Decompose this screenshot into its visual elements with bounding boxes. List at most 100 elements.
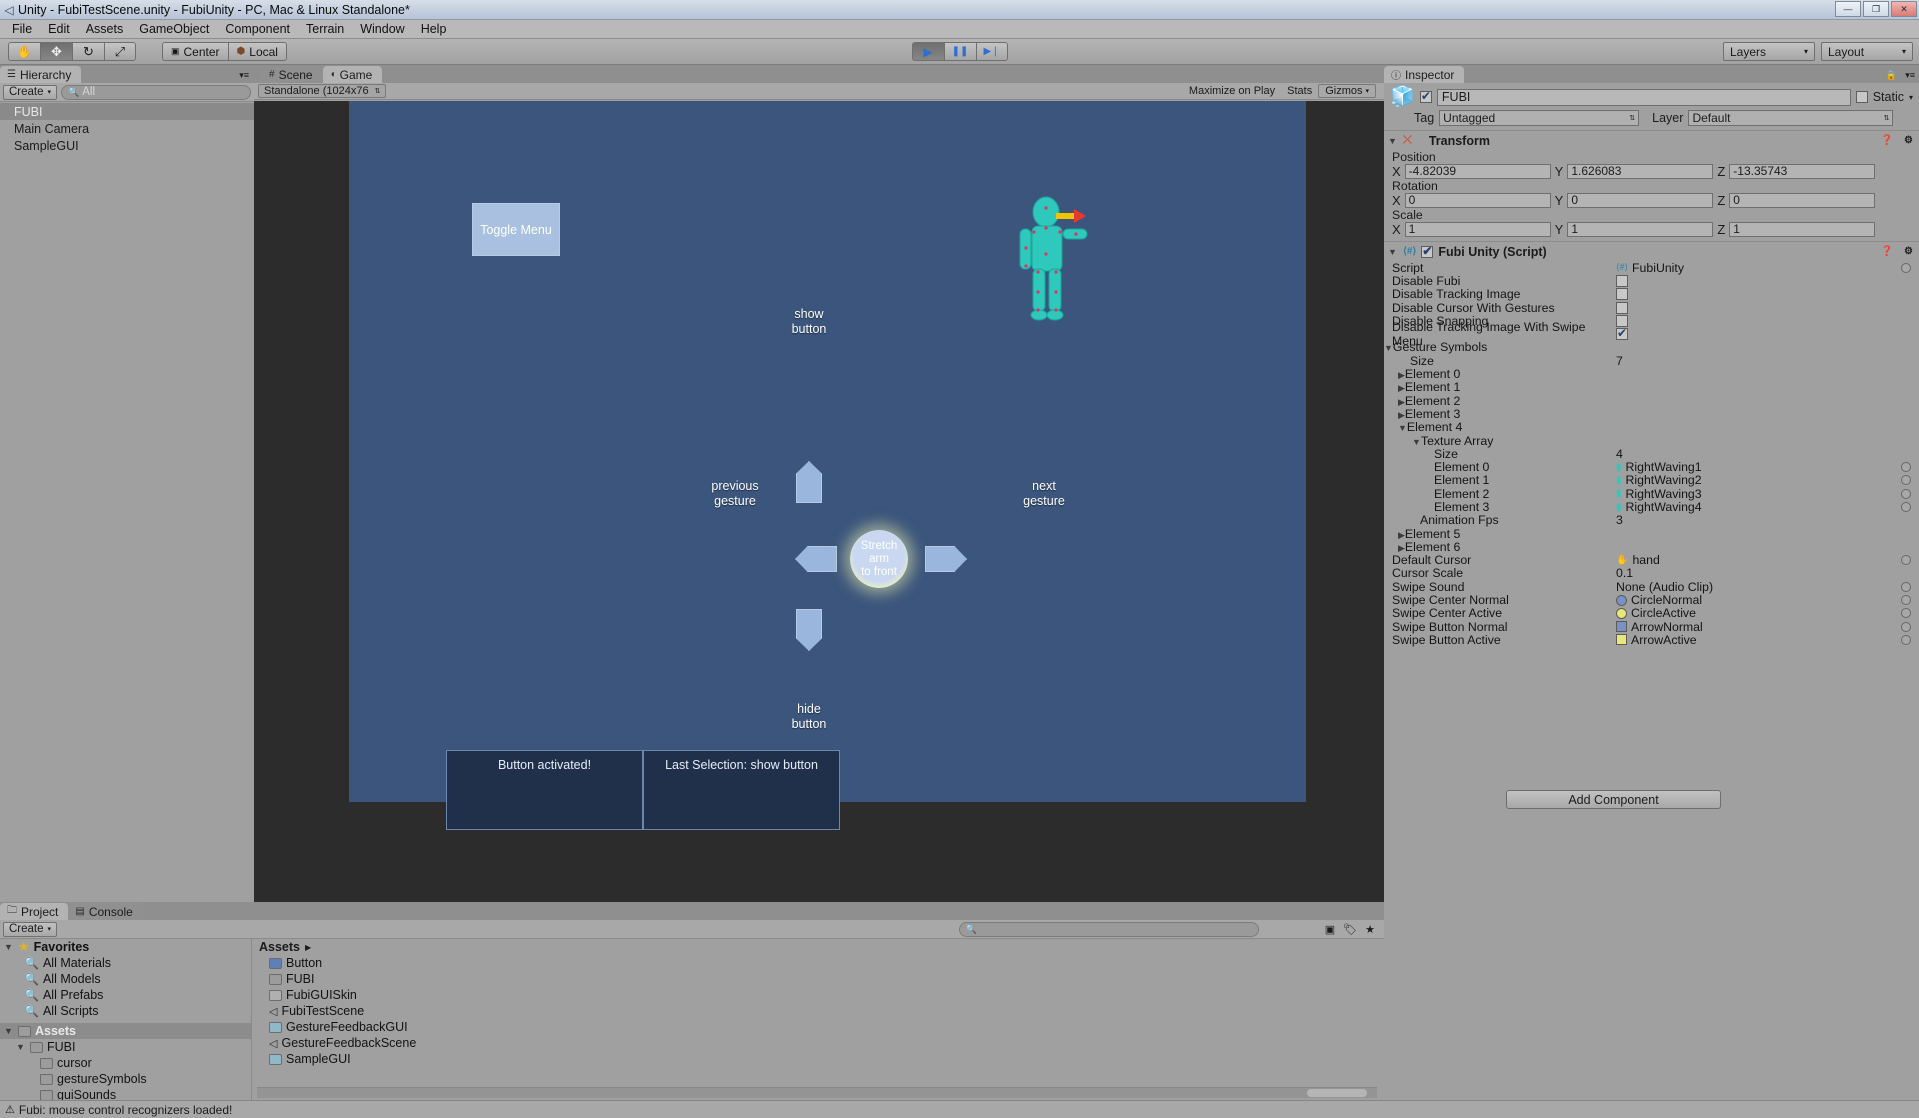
foldout-icon[interactable]: ▼ <box>16 1042 26 1052</box>
rotate-tool-button[interactable]: ↻ <box>72 42 104 61</box>
menu-file[interactable]: File <box>4 21 40 37</box>
foldout-icon[interactable]: ▼ <box>4 1026 14 1036</box>
tree-item-gesturesymbols[interactable]: gestureSymbols <box>0 1071 251 1087</box>
aspect-ratio-dropdown[interactable]: Standalone (1024x76 ⇅ <box>258 84 386 98</box>
foldout-icon[interactable]: ▼ <box>1388 247 1398 257</box>
favorite-all-prefabs[interactable]: 🔍 All Prefabs <box>0 987 251 1003</box>
element-6-row[interactable]: ▶Element 6 <box>1384 540 1919 553</box>
element-5-row[interactable]: ▶Element 5 <box>1384 527 1919 540</box>
favorites-header[interactable]: ▼ ★ Favorites <box>0 939 251 955</box>
chevron-down-icon[interactable]: ▾ <box>1909 93 1913 102</box>
hierarchy-item-main-camera[interactable]: Main Camera <box>0 120 254 137</box>
menu-component[interactable]: Component <box>217 21 298 37</box>
object-enabled-checkbox[interactable] <box>1420 91 1432 103</box>
hierarchy-item-fubi[interactable]: FUBI <box>0 103 254 120</box>
favorite-all-models[interactable]: 🔍 All Models <box>0 971 251 987</box>
gizmos-dropdown[interactable]: Gizmos ▾ <box>1318 84 1376 98</box>
element-0-row[interactable]: ▶Element 0 <box>1384 367 1919 380</box>
scrollbar-thumb[interactable] <box>1307 1089 1367 1097</box>
script-object-picker[interactable] <box>1901 263 1911 273</box>
maximize-button[interactable]: ❐ <box>1863 1 1889 17</box>
tab-project[interactable]: 🗀 Project <box>0 903 68 920</box>
game-canvas[interactable]: Toggle Menu showbutton previousgesture S… <box>349 101 1306 802</box>
hierarchy-create-button[interactable]: Create ▾ <box>3 85 57 100</box>
favorite-all-materials[interactable]: 🔍 All Materials <box>0 955 251 971</box>
foldout-icon[interactable]: ▶ <box>1398 370 1405 380</box>
favorite-icon[interactable]: ★ <box>1365 923 1375 936</box>
object-picker[interactable] <box>1901 555 1911 565</box>
pause-button[interactable]: ❚❚ <box>944 42 976 61</box>
minimize-button[interactable]: — <box>1835 1 1861 17</box>
position-z-field[interactable]: -13.35743 <box>1729 164 1875 179</box>
scale-x-field[interactable]: 1 <box>1405 222 1551 237</box>
scale-z-field[interactable]: 1 <box>1729 222 1875 237</box>
prop-checkbox[interactable] <box>1616 288 1628 300</box>
element-2-row[interactable]: ▶Element 2 <box>1384 394 1919 407</box>
asset-item-samplegui[interactable]: SampleGUI <box>253 1051 1384 1067</box>
project-create-button[interactable]: Create ▾ <box>3 922 57 937</box>
asset-item-fubi[interactable]: FUBI <box>253 971 1384 987</box>
menu-edit[interactable]: Edit <box>40 21 78 37</box>
tab-inspector[interactable]: ⓘ Inspector <box>1384 66 1464 83</box>
hand-tool-button[interactable]: ✋ <box>8 42 40 61</box>
element-1-row[interactable]: ▶Element 1 <box>1384 381 1919 394</box>
scale-tool-button[interactable]: ⤢ <box>104 42 136 61</box>
element-3-row[interactable]: ▶Element 3 <box>1384 407 1919 420</box>
prop-checkbox[interactable] <box>1616 275 1628 287</box>
move-tool-button[interactable]: ✥ <box>40 42 72 61</box>
prop-checkbox[interactable] <box>1616 315 1628 327</box>
gear-icon[interactable]: ⚙ <box>1904 246 1913 257</box>
menu-window[interactable]: Window <box>352 21 412 37</box>
help-icon[interactable]: ❓ <box>1881 246 1893 257</box>
swipe-arrow-up[interactable] <box>796 461 822 503</box>
object-picker[interactable] <box>1901 489 1911 499</box>
rotation-x-field[interactable]: 0 <box>1405 193 1551 208</box>
object-picker[interactable] <box>1901 608 1911 618</box>
menu-gameobject[interactable]: GameObject <box>131 21 217 37</box>
status-bar[interactable]: ⚠ Fubi: mouse control recognizers loaded… <box>0 1100 1919 1118</box>
help-icon[interactable]: ❓ <box>1881 135 1893 146</box>
menu-assets[interactable]: Assets <box>78 21 132 37</box>
object-picker[interactable] <box>1901 475 1911 485</box>
asset-item-button[interactable]: Button <box>253 955 1384 971</box>
static-checkbox[interactable] <box>1856 91 1868 103</box>
asset-item-fubitestscene[interactable]: ◁ FubiTestScene <box>253 1003 1384 1019</box>
fubi-unity-enabled-checkbox[interactable] <box>1421 246 1433 258</box>
favorite-all-scripts[interactable]: 🔍 All Scripts <box>0 1003 251 1019</box>
foldout-icon[interactable]: ▼ <box>1388 136 1398 146</box>
object-picker[interactable] <box>1901 635 1911 645</box>
foldout-icon[interactable]: ▼ <box>1412 437 1421 447</box>
tree-item-assets[interactable]: ▼ Assets <box>0 1023 251 1039</box>
add-component-button[interactable]: Add Component <box>1506 790 1721 809</box>
project-horizontal-scrollbar[interactable] <box>257 1087 1377 1098</box>
tag-dropdown[interactable]: Untagged ⇅ <box>1439 110 1639 126</box>
object-picker[interactable] <box>1901 462 1911 472</box>
prop-checkbox[interactable] <box>1616 302 1628 314</box>
object-picker[interactable] <box>1901 622 1911 632</box>
foldout-icon[interactable]: ▼ <box>1384 343 1393 353</box>
tree-item-cursor[interactable]: cursor <box>0 1055 251 1071</box>
object-name-field[interactable]: FUBI <box>1437 89 1851 106</box>
object-picker[interactable] <box>1901 595 1911 605</box>
stats-button[interactable]: Stats <box>1281 84 1318 98</box>
tab-scene[interactable]: # Scene <box>262 66 323 83</box>
project-search-input[interactable]: 🔍 <box>959 922 1259 937</box>
foldout-icon[interactable]: ▼ <box>1398 423 1407 433</box>
maximize-on-play-button[interactable]: Maximize on Play <box>1183 84 1281 98</box>
hierarchy-item-samplegui[interactable]: SampleGUI <box>0 137 254 154</box>
game-viewport[interactable]: Toggle Menu showbutton previousgesture S… <box>254 101 1384 902</box>
position-x-field[interactable]: -4.82039 <box>1405 164 1551 179</box>
gear-icon[interactable]: ⚙ <box>1904 135 1913 146</box>
foldout-icon[interactable]: ▶ <box>1398 383 1405 393</box>
gesture-symbols-row[interactable]: ▼Gesture Symbols <box>1384 341 1919 354</box>
tab-console[interactable]: ▤ Console <box>68 903 142 920</box>
pivot-rotation-button[interactable]: ⬢ Local <box>228 42 287 61</box>
foldout-icon[interactable]: ▶ <box>1398 543 1405 553</box>
object-picker[interactable] <box>1901 582 1911 592</box>
pivot-mode-button[interactable]: ▣ Center <box>162 42 228 61</box>
fubi-unity-component-header[interactable]: ▼ ⟨#⟩ Fubi Unity (Script) ❓ ⚙ <box>1384 241 1919 261</box>
play-button[interactable]: ▶ <box>912 42 944 61</box>
element-4-row[interactable]: ▼Element 4 <box>1384 421 1919 434</box>
swipe-arrow-down[interactable] <box>796 609 822 651</box>
foldout-icon[interactable]: ▶ <box>1398 397 1405 407</box>
